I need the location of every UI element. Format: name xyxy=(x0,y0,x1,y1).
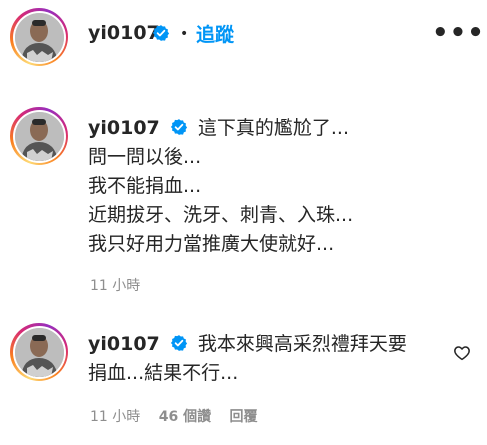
verified-badge-icon xyxy=(152,25,170,41)
caption-line: 我只好用力當推廣大使就好... xyxy=(88,233,335,255)
caption-username[interactable]: yi0107 xyxy=(88,117,160,139)
comment-line: 捐血...結果不行... xyxy=(88,362,239,384)
comment-body: yi0107 我本來興高采烈禮拜天要 捐血...結果不行... xyxy=(88,330,407,388)
avatar-photo xyxy=(14,111,64,161)
comment-avatar[interactable] xyxy=(10,323,68,381)
reply-button[interactable]: 回覆 xyxy=(230,409,258,425)
comment-likes[interactable]: 46 個讚 xyxy=(159,409,211,425)
caption-avatar[interactable] xyxy=(10,107,68,165)
avatar-photo xyxy=(14,12,64,62)
verified-badge-icon xyxy=(170,119,187,135)
follow-button[interactable]: 追蹤 xyxy=(196,20,234,47)
caption-line: 我不能捐血... xyxy=(88,175,202,197)
comment-meta: 11 小時 46 個讚 回覆 xyxy=(90,406,272,426)
caption-line: 近期拔牙、洗牙、刺青、入珠... xyxy=(88,204,354,226)
header-separator: • xyxy=(180,26,189,42)
comment-timestamp[interactable]: 11 小時 xyxy=(90,409,140,425)
avatar-photo xyxy=(14,327,64,377)
heart-outline-icon[interactable] xyxy=(453,344,471,362)
caption-timestamp[interactable]: 11 小時 xyxy=(90,278,140,294)
comment-username[interactable]: yi0107 xyxy=(88,333,160,355)
caption-line: 這下真的尷尬了... xyxy=(197,117,349,139)
caption-line: 問一問以後... xyxy=(88,146,202,168)
header-username[interactable]: yi0107 xyxy=(88,22,160,44)
header-avatar[interactable] xyxy=(10,8,68,66)
verified-badge-icon xyxy=(170,335,187,351)
comment-line: 我本來興高采烈禮拜天要 xyxy=(197,333,407,355)
caption-body: yi0107 這下真的尷尬了... 問一問以後... 我不能捐血... 近期拔牙… xyxy=(88,114,353,259)
caption-meta: 11 小時 xyxy=(90,275,154,295)
more-options-button[interactable]: ••• xyxy=(432,18,485,48)
